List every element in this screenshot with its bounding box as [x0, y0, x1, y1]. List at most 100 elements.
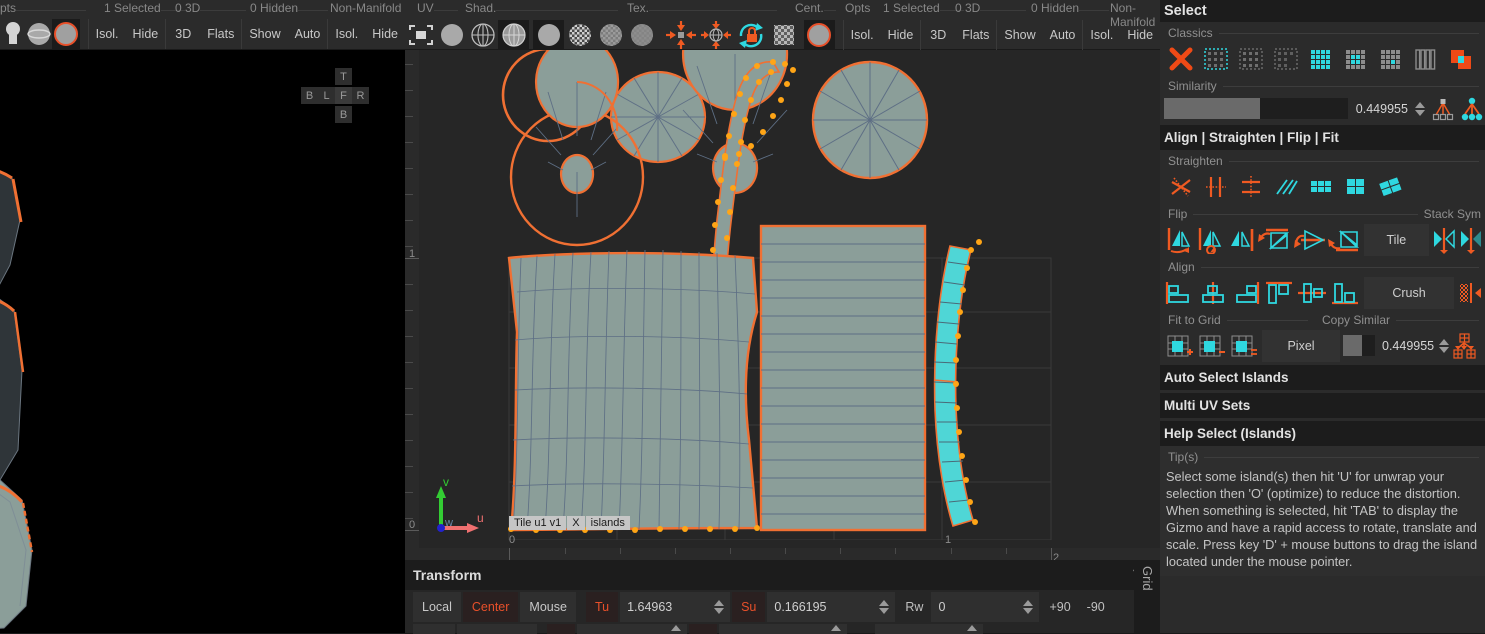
rw-spinner[interactable] [1019, 592, 1036, 622]
tex-checker-icon[interactable] [564, 20, 595, 50]
lock-rotate-icon[interactable] [734, 20, 769, 50]
sphere-wire-icon[interactable] [467, 20, 498, 50]
similarity-spread-icon[interactable] [1458, 95, 1485, 122]
center-button[interactable]: Center [463, 592, 519, 622]
straighten-diagonal-icon[interactable] [1164, 170, 1197, 203]
left-3d-button[interactable]: 3D [166, 19, 200, 49]
tu-input[interactable]: 1.64963 [620, 592, 730, 622]
tile-close[interactable]: X [567, 516, 584, 530]
left-flats-button[interactable]: Flats [200, 19, 241, 49]
select-grid-point-icon[interactable] [1374, 42, 1407, 75]
select-columns-icon[interactable] [1409, 42, 1442, 75]
tex-checker-faint-icon[interactable] [627, 20, 658, 50]
align-middle-v-icon[interactable] [1296, 276, 1328, 309]
center-3d-button[interactable]: 3D [921, 20, 955, 50]
fit-grid-minus-icon[interactable] [1196, 329, 1227, 362]
straighten-quad-icon[interactable] [1339, 170, 1372, 203]
tu-label[interactable]: Tu [586, 592, 618, 622]
vertical-ruler[interactable]: 1 0 [405, 50, 419, 560]
flip-vertical-icon[interactable] [1195, 223, 1225, 256]
left-isolate-button[interactable]: Isol. [89, 19, 126, 49]
navcube-top[interactable]: T [335, 68, 352, 85]
tile-name[interactable]: Tile u1 v1 [509, 516, 566, 530]
left-hide2-button[interactable]: Hide [365, 19, 405, 49]
su-label[interactable]: Su [732, 592, 765, 622]
select-dotted-2-icon[interactable] [1234, 42, 1267, 75]
crush-button[interactable]: Crush [1364, 277, 1454, 309]
similarity-value[interactable]: 0.449955 [1350, 98, 1412, 119]
copy-similar-spinner[interactable] [1437, 335, 1451, 356]
center-auto-button[interactable]: Auto [1043, 20, 1083, 50]
copy-similar-value[interactable]: 0.449955 [1376, 335, 1436, 356]
pill-shape-icon[interactable] [0, 19, 26, 49]
viewport-3d[interactable]: T B L F R B [0, 50, 405, 633]
left-show-button[interactable]: Show [242, 19, 287, 49]
straighten-quads-icon[interactable] [1304, 170, 1337, 203]
flip-mirror-icon[interactable] [1226, 223, 1256, 256]
uv-canvas[interactable]: 1 0 0 1 2 [405, 50, 1160, 560]
tile-button[interactable]: Tile [1364, 224, 1429, 256]
frame-selection-icon[interactable] [405, 20, 436, 50]
similarity-slider[interactable] [1164, 98, 1348, 119]
select-dotted-1-icon[interactable] [1199, 42, 1232, 75]
copy-similar-slider[interactable] [1343, 335, 1375, 356]
tex-plain-icon[interactable] [533, 20, 564, 50]
tile-islands[interactable]: islands [586, 516, 630, 530]
align-top-icon[interactable] [1263, 276, 1295, 309]
select-overlap-icon[interactable] [1444, 42, 1477, 75]
similarity-tree-icon[interactable] [1429, 95, 1456, 122]
navcube-right[interactable]: R [352, 87, 369, 104]
sphere-shade-icon[interactable] [26, 19, 52, 49]
local-button[interactable]: Local [413, 592, 461, 622]
align-section-title[interactable]: Align | Straighten | Flip | Fit [1160, 125, 1485, 150]
select-grid-inner-icon[interactable] [1339, 42, 1372, 75]
left-hide-button[interactable]: Hide [126, 19, 166, 49]
straighten-cross-icon[interactable] [1234, 170, 1267, 203]
auto-select-islands-header[interactable]: Auto Select Islands [1160, 365, 1485, 390]
navcube-left[interactable]: L [318, 87, 335, 104]
align-left-icon[interactable] [1164, 276, 1196, 309]
flip-horizontal-icon[interactable] [1164, 223, 1194, 256]
center-show-button[interactable]: Show [997, 20, 1042, 50]
grid-tab[interactable]: Grid [1134, 560, 1160, 633]
similarity-spinner[interactable] [1413, 98, 1427, 119]
tex-checker-dim-icon[interactable] [595, 20, 626, 50]
center-sphere-arrows-icon[interactable] [699, 20, 734, 50]
sphere-selected-icon[interactable] [52, 19, 80, 49]
rotate-minus-90-button[interactable]: -90 [1079, 592, 1113, 622]
su-spinner[interactable] [875, 592, 892, 622]
sphere-shaded-icon[interactable] [498, 20, 529, 50]
fit-grid-plus-icon[interactable] [1164, 329, 1195, 362]
rw-input[interactable]: 0 [931, 592, 1039, 622]
crush-icon[interactable] [1457, 276, 1485, 309]
multi-uv-sets-header[interactable]: Multi UV Sets [1160, 393, 1485, 418]
fit-grid-equal-icon[interactable] [1228, 329, 1259, 362]
left-isolate2-button[interactable]: Isol. [328, 19, 365, 49]
align-center-h-icon[interactable] [1197, 276, 1229, 309]
help-select-header[interactable]: Help Select (Islands) [1160, 421, 1485, 446]
uv-tile-label[interactable]: Tile u1 v1 X islands [509, 516, 630, 530]
pixel-button[interactable]: Pixel [1262, 330, 1340, 362]
align-bottom-icon[interactable] [1329, 276, 1361, 309]
navcube-back[interactable]: B [301, 87, 318, 104]
navcube-bottom[interactable]: B [335, 106, 352, 123]
grid-icon[interactable] [768, 20, 799, 50]
copy-similar-icon[interactable] [1452, 329, 1478, 362]
select-grid-all-icon[interactable] [1304, 42, 1337, 75]
navcube-front[interactable]: F [335, 87, 352, 104]
sphere-selected-icon-2[interactable] [804, 20, 835, 50]
mouse-button[interactable]: Mouse [520, 592, 576, 622]
flip-rotate-top-icon[interactable] [1257, 223, 1291, 256]
stack-sym-2-icon[interactable] [1459, 223, 1485, 256]
center-hide-button[interactable]: Hide [881, 20, 921, 50]
flip-rotate-mid-icon[interactable] [1292, 223, 1326, 256]
straighten-skew-icon[interactable] [1374, 170, 1407, 203]
stack-sym-1-icon[interactable] [1432, 223, 1458, 256]
straighten-vertical-icon[interactable] [1199, 170, 1232, 203]
center-arrows-icon[interactable] [664, 20, 699, 50]
rotate-plus-90-button[interactable]: +90 [1041, 592, 1078, 622]
left-auto-button[interactable]: Auto [288, 19, 328, 49]
tu-spinner[interactable] [710, 592, 727, 622]
center-flats-button[interactable]: Flats [955, 20, 996, 50]
select-dotted-3-icon[interactable] [1269, 42, 1302, 75]
